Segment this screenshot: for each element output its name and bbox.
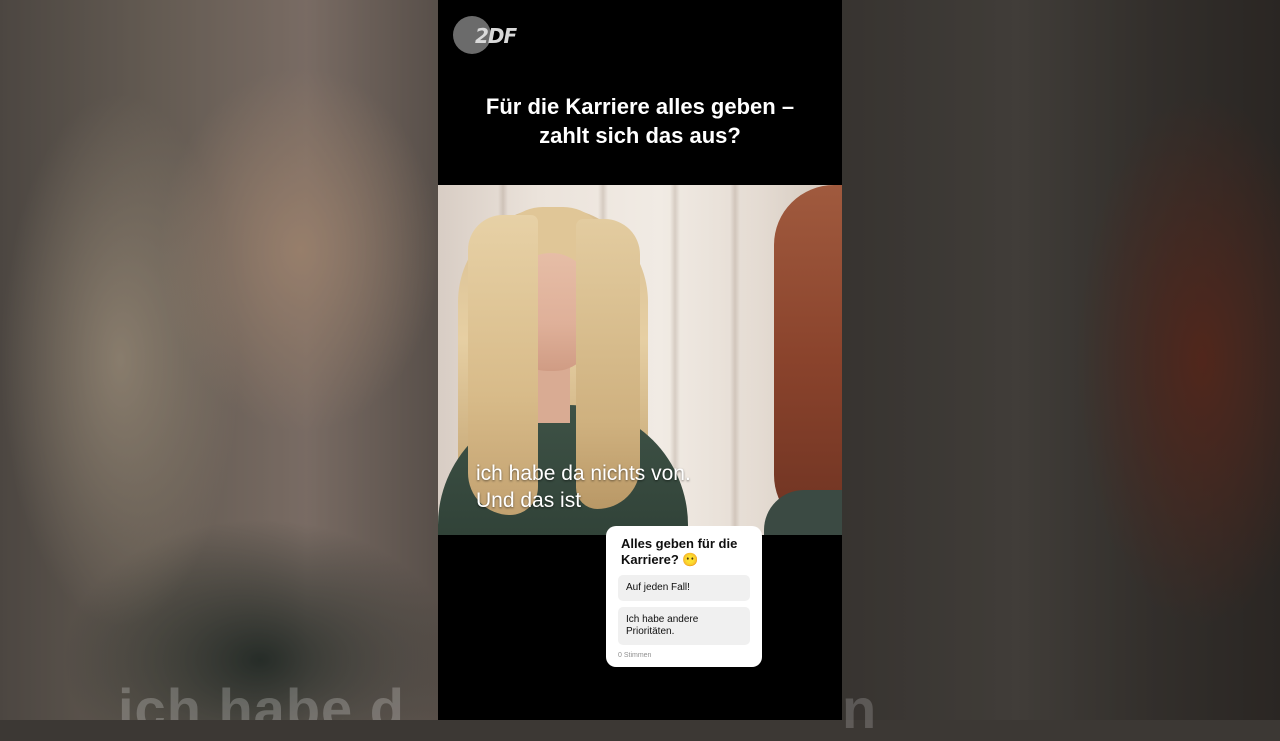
blurred-background-left: ich habe d bbox=[0, 0, 438, 720]
headline-line-2: zahlt sich das aus? bbox=[539, 123, 741, 148]
interviewer-shoulder bbox=[764, 490, 842, 535]
interviewer-hair bbox=[774, 185, 842, 535]
ghost-subtitle-right: n bbox=[842, 676, 1280, 741]
short-video-player[interactable]: 2DF Für die Karriere alles geben – zahlt… bbox=[438, 0, 842, 720]
blurred-background-right bbox=[842, 0, 1280, 720]
video-headline: Für die Karriere alles geben – zahlt sic… bbox=[438, 92, 842, 150]
video-subtitle: ich habe da nichts von. Und das ist bbox=[476, 460, 691, 514]
background-shade bbox=[0, 0, 438, 720]
channel-logo[interactable]: 2DF bbox=[453, 16, 525, 56]
poll-vote-count: 0 Stimmen bbox=[618, 652, 652, 659]
ghost-subtitle-right-text: n bbox=[842, 677, 877, 740]
poll-sticker: Alles geben für die Karriere? 😶 Auf jede… bbox=[606, 526, 762, 667]
poll-option-other-priorities[interactable]: Ich habe andere Prioritäten. bbox=[618, 607, 750, 645]
subtitle-line-2: Und das ist bbox=[476, 489, 582, 512]
video-frame: ich habe da nichts von. Und das ist bbox=[438, 185, 842, 535]
headline-line-1: Für die Karriere alles geben – bbox=[485, 94, 795, 119]
poll-question: Alles geben für die Karriere? 😶 bbox=[621, 536, 738, 567]
background-shade bbox=[842, 0, 1280, 720]
logo-text: 2DF bbox=[475, 24, 517, 48]
subtitle-line-1: ich habe da nichts von. bbox=[476, 462, 691, 485]
poll-option-yes[interactable]: Auf jeden Fall! bbox=[618, 575, 750, 601]
ghost-subtitle-left: ich habe d bbox=[118, 677, 405, 720]
curtain-fold bbox=[730, 185, 740, 535]
